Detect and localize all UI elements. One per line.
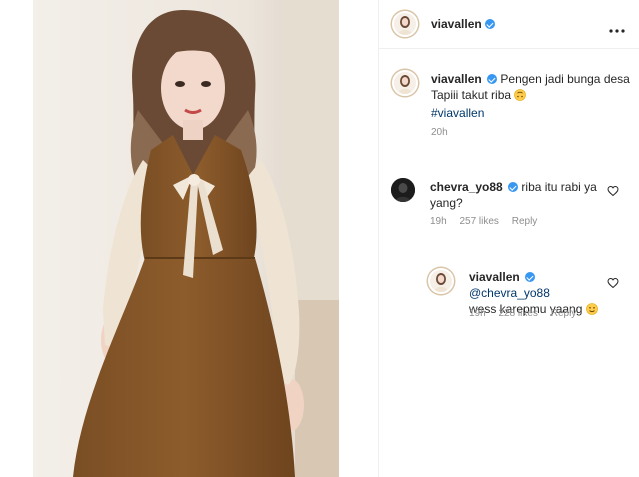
post-photo-illustration [33,0,339,477]
comment-item: chevra_yo88 riba itu rabi ya yang? 19h 2… [379,168,639,238]
verified-badge-icon [485,19,495,29]
comment-meta: 19h 257 likes Reply [430,216,547,227]
avatar-image [430,270,452,292]
comment-time: 19h [430,216,447,227]
author-avatar[interactable] [392,11,418,37]
comment-body: chevra_yo88 riba itu rabi ya yang? [430,179,605,211]
reply-likes[interactable]: 228 likes [498,308,537,319]
author-username[interactable]: viavallen [431,17,482,31]
comment-likes[interactable]: 257 likes [459,216,498,227]
comment-text-line2: yang? [430,196,463,210]
reply-item: viavallen @chevra_yo88 wess karepmu yaan… [415,258,639,328]
avatar-image [394,13,416,35]
commenter-username[interactable]: chevra_yo88 [430,180,503,194]
verified-badge-icon [525,272,536,282]
avatar-image [391,178,415,202]
comment-text-line1: riba itu rabi ya [521,180,597,194]
verified-badge-icon [508,182,519,192]
reply-meta: 19h 228 likes Reply [469,308,586,319]
ellipsis-icon[interactable] [609,21,625,33]
avatar-image [394,72,416,94]
caption-username[interactable]: viavallen [431,72,482,86]
reply-avatar[interactable] [428,268,454,294]
upside-down-face-icon [514,89,527,105]
post-caption: viavallen Pengen jadi bunga desa Tapiii … [379,60,639,155]
caption-time: 20h [431,127,448,138]
verified-badge-icon [487,74,498,84]
commenter-avatar[interactable] [391,178,415,202]
caption-body: viavallen Pengen jadi bunga desa Tapiii … [431,71,631,121]
heart-icon[interactable] [607,184,619,197]
smiling-face-icon [585,303,598,319]
caption-line1: Pengen jadi bunga desa [500,72,630,86]
heart-icon[interactable] [607,276,619,289]
hashtag-link[interactable]: #viavallen [431,106,484,120]
post-photo[interactable] [33,0,339,477]
reply-time: 19h [469,308,486,319]
caption-line2: Tapiii takut riba [431,88,512,102]
caption-avatar[interactable] [392,70,418,96]
post-header: viavallen [379,0,639,49]
post-side-panel: viavallen viavallen Pengen jadi bunga de… [378,0,639,477]
mention-link[interactable]: @chevra_yo88 [469,286,550,300]
comment-reply-button[interactable]: Reply [512,216,538,227]
reply-username[interactable]: viavallen [469,270,520,284]
reply-reply-button[interactable]: Reply [551,308,577,319]
